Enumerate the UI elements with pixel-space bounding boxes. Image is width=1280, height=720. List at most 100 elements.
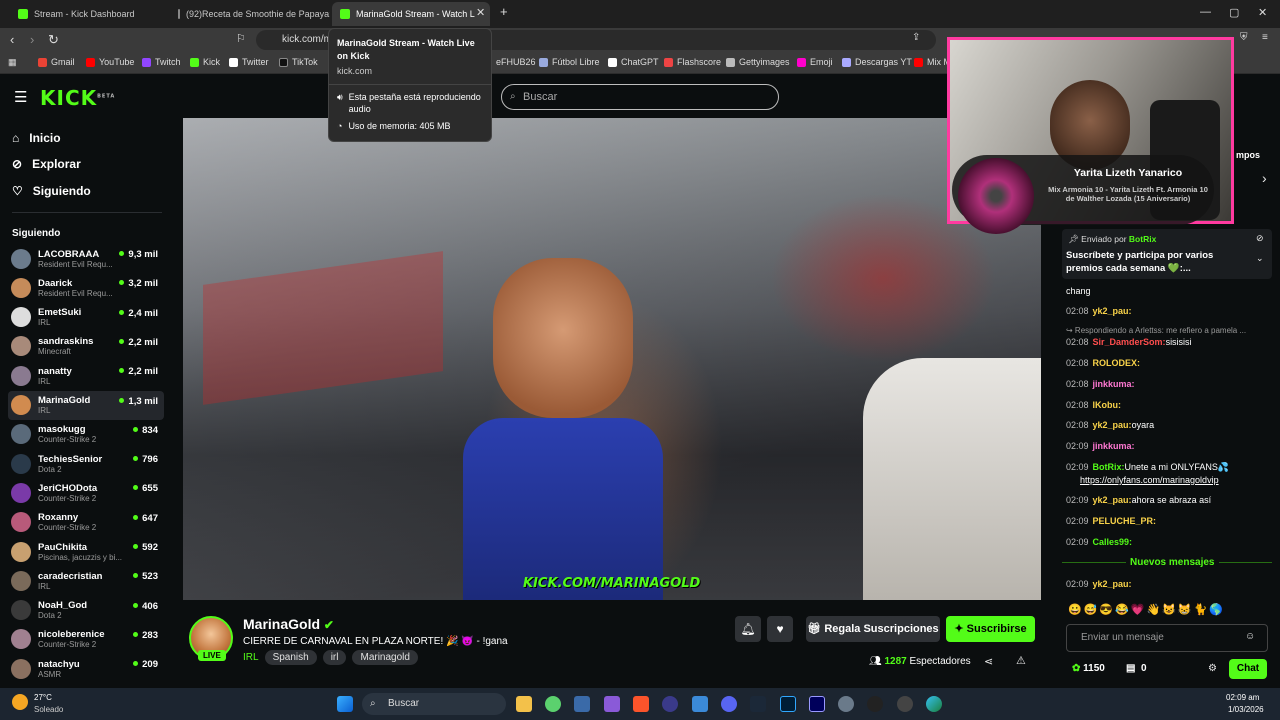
calculator-icon[interactable] [692, 696, 708, 712]
edge-icon[interactable] [926, 696, 942, 712]
weather-sun-icon[interactable] [12, 694, 28, 710]
share-icon[interactable]: ⇪ [912, 32, 920, 43]
chat-username[interactable]: jinkkuma: [1093, 379, 1135, 389]
notifications-bell-icon[interactable]: 🔔︎ [735, 616, 761, 642]
media-player-icon[interactable] [897, 696, 913, 712]
tag-spanish[interactable]: Spanish [264, 650, 317, 665]
rewards-count[interactable]: ▤ 0 [1126, 663, 1147, 674]
bookmark-tiktok[interactable]: TikTok [279, 57, 318, 67]
following-item[interactable]: TechiesSenior Dota 2 796 [8, 449, 164, 478]
chat-username[interactable]: lKobu: [1093, 400, 1122, 410]
following-item[interactable]: MarinaGold IRL 1,3 mil [8, 390, 164, 420]
bookmark-kick[interactable]: Kick [190, 57, 220, 67]
apps-icon[interactable]: ▦ [8, 57, 17, 68]
bookmark-flashscore[interactable]: Flashscore [664, 57, 721, 67]
chat-send-button[interactable]: Chat [1229, 659, 1267, 679]
chevron-down-icon[interactable]: ⌄ [1256, 253, 1264, 264]
pinned-message[interactable]: 📌︎ Enviado por BotRix Suscríbete y parti… [1062, 229, 1272, 279]
bookmark-efhub[interactable]: eFHUB26 [496, 57, 536, 67]
chat-username[interactable]: ROLODEX: [1093, 358, 1141, 368]
bookmark-futbol-libre[interactable]: Fútbol Libre [539, 57, 600, 67]
share-icon[interactable]: ⋖ [984, 655, 993, 668]
taskbar-search[interactable]: ⌕ Buscar [362, 693, 506, 715]
channel-name[interactable]: MarinaGold ✔ [243, 616, 334, 632]
settings-icon[interactable] [838, 696, 854, 712]
minimize-icon[interactable]: — [1200, 6, 1211, 18]
new-tab-icon[interactable]: + [500, 4, 508, 19]
following-item[interactable]: EmetSuki IRL 2,4 mil [8, 303, 164, 332]
close-tab-icon[interactable]: ✕ [476, 6, 485, 19]
app-icon[interactable] [662, 696, 678, 712]
reload-icon[interactable]: ↻ [48, 32, 59, 48]
chat-text[interactable]: https://onlyfans.com/marinagoldvip [1080, 475, 1219, 485]
chat-username[interactable]: jinkkuma: [1093, 441, 1135, 451]
settings-gear-icon[interactable]: ⚙ [1208, 663, 1217, 674]
windows-start-icon[interactable] [337, 696, 353, 712]
following-item[interactable]: natachyu ASMR 209 [8, 654, 164, 683]
chat-username[interactable]: yk2_pau: [1093, 306, 1132, 316]
bookmark-youtube[interactable]: YouTube [86, 57, 134, 67]
following-item[interactable]: LACOBRAAA Resident Evil Requ... 9,3 mil [8, 244, 164, 273]
premiere-icon[interactable] [809, 696, 825, 712]
following-item[interactable]: JeriCHODota Counter-Strike 2 655 [8, 478, 164, 507]
menu-icon[interactable]: ≡ [1262, 32, 1268, 43]
bookmark-emoji[interactable]: Emoji [797, 57, 833, 67]
chat-username[interactable]: yk2_pau: [1093, 420, 1132, 430]
chat-username[interactable]: BotRix: [1093, 462, 1125, 472]
forward-icon[interactable]: › [30, 32, 34, 47]
unpin-icon[interactable]: ⊘ [1256, 233, 1264, 244]
tab-smoothie[interactable]: (92)Receta de Smoothie de Papaya: C [170, 2, 330, 26]
search-input[interactable]: ⌕ Buscar [501, 84, 779, 110]
close-window-icon[interactable]: ✕ [1258, 6, 1267, 19]
following-item[interactable]: nicoleberenice Counter-Strike 2 283 [8, 625, 164, 654]
gift-subs-button[interactable]: 🎁︎ Regala Suscripciones [806, 616, 940, 642]
following-item[interactable]: PauChikita Piscinas, jacuzzis y bi... 592 [8, 537, 164, 566]
kick-logo[interactable]: KICKBETA [40, 86, 115, 110]
channel-points[interactable]: ✿ 1150 [1072, 663, 1105, 674]
bookmark-gmail[interactable]: Gmail [38, 57, 75, 67]
category-link[interactable]: IRL [243, 652, 259, 663]
app-icon[interactable] [574, 696, 590, 712]
maximize-icon[interactable]: ▢ [1229, 6, 1239, 19]
back-icon[interactable]: ‹ [10, 32, 14, 47]
following-item[interactable]: caradecristian IRL 523 [8, 566, 164, 595]
tab-kick-dashboard[interactable]: Stream - Kick Dashboard [10, 2, 170, 26]
app-icon[interactable] [604, 696, 620, 712]
bookmark-descargas-yt[interactable]: Descargas YT [842, 57, 912, 67]
nav-home[interactable]: ⌂ Inicio [12, 131, 61, 145]
nav-following[interactable]: ♡ Siguiendo [12, 184, 91, 198]
chat-username[interactable]: yk2_pau: [1093, 495, 1132, 505]
bookmark-icon[interactable]: ⚐ [236, 32, 246, 45]
brave-icon[interactable] [633, 696, 649, 712]
following-item[interactable]: Daarick Resident Evil Requ... 3,2 mil [8, 273, 164, 302]
emote-bar[interactable]: 😀😅😎😂💗👋😺😸🐈🌎 [1068, 603, 1268, 617]
chat-username[interactable]: Sir_DamderSom: [1093, 337, 1166, 347]
follow-heart-icon[interactable]: ♥ [767, 616, 793, 642]
following-item[interactable]: sandraskins Minecraft 2,2 mil [8, 332, 164, 361]
video-player[interactable]: KICK.COM/MARINAGOLD [183, 118, 1041, 600]
bookmark-mix[interactable]: Mix M [914, 57, 951, 67]
following-item[interactable]: nanatty IRL 2,2 mil [8, 361, 164, 390]
emoji-picker-icon[interactable]: ☺ [1245, 631, 1255, 642]
chevron-right-icon[interactable]: › [1262, 170, 1267, 186]
subscribe-button[interactable]: ✦ Suscribirse [946, 616, 1035, 642]
bookmark-gettyimages[interactable]: Gettyimages [726, 57, 790, 67]
file-explorer-icon[interactable] [516, 696, 532, 712]
report-icon[interactable]: ⚠ [1016, 654, 1026, 667]
tag-marinagold[interactable]: Marinagold [352, 650, 418, 665]
hamburger-menu-icon[interactable]: ☰ [14, 88, 27, 106]
chat-input[interactable]: Enviar un mensaje [1066, 624, 1268, 652]
chat-username[interactable]: Calles99: [1093, 537, 1133, 547]
bookmark-twitch[interactable]: Twitch [142, 57, 181, 67]
bookmark-twitter[interactable]: Twitter [229, 57, 269, 67]
shield-icon[interactable]: ⛨ [1240, 32, 1248, 43]
chrome-icon[interactable] [545, 696, 561, 712]
following-item[interactable]: Roxanny Counter-Strike 2 647 [8, 508, 164, 537]
discord-icon[interactable] [721, 696, 737, 712]
photoshop-icon[interactable] [780, 696, 796, 712]
tag-irl[interactable]: irl [322, 650, 347, 665]
nav-explore[interactable]: ⊘ Explorar [12, 157, 81, 171]
bookmark-chatgpt[interactable]: ChatGPT [608, 57, 659, 67]
tab-marinagold[interactable]: MarinaGold Stream - Watch L [332, 2, 490, 26]
chat-username[interactable]: PELUCHE_PR: [1093, 516, 1157, 526]
